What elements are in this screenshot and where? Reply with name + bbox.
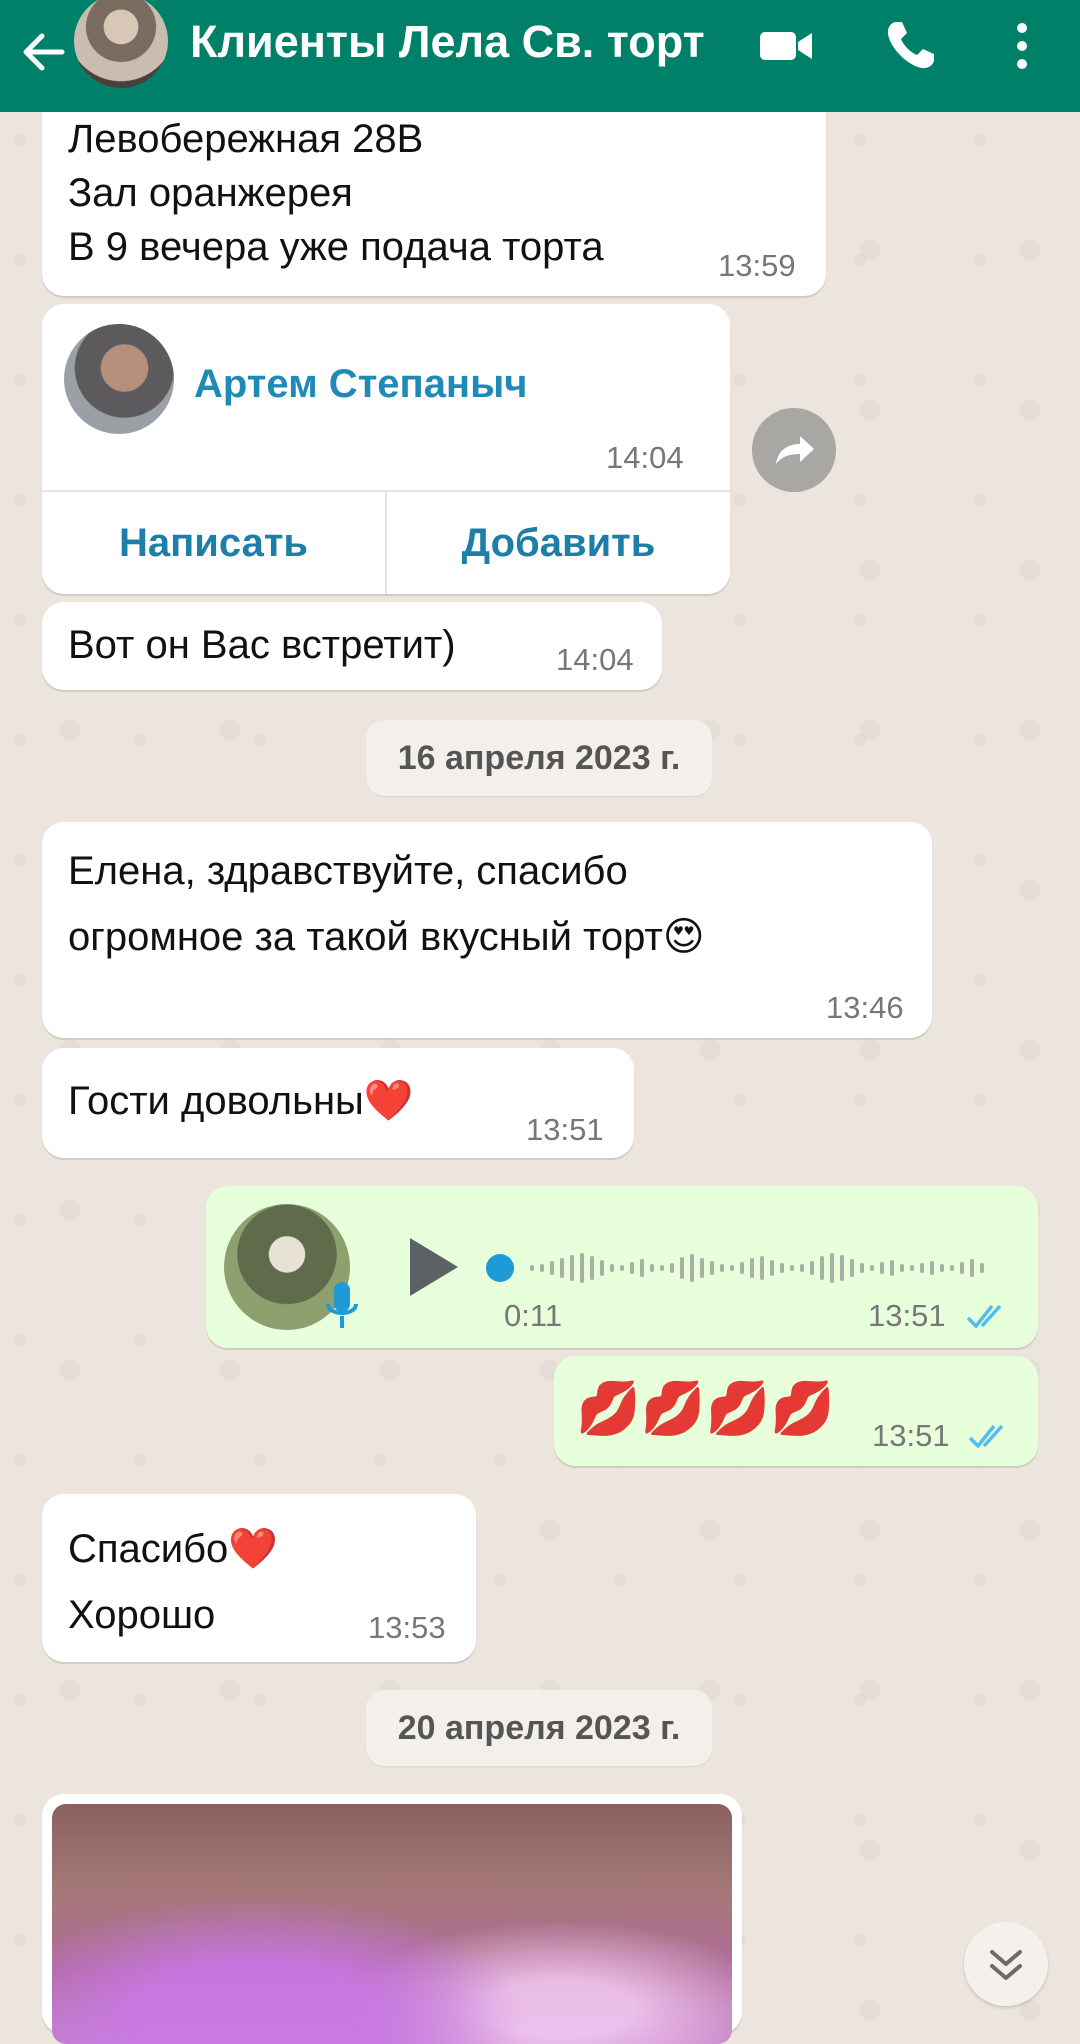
contact-name[interactable]: Артем Степаныч <box>194 362 527 407</box>
date-separator: 16 апреля 2023 г. <box>366 720 712 796</box>
chat-header: Клиенты Лела Св. торт <box>0 0 1080 112</box>
message-time: 13:46 <box>826 990 904 1025</box>
waveform-bar <box>560 1258 564 1278</box>
voice-waveform[interactable] <box>486 1238 1006 1298</box>
chat-avatar[interactable] <box>74 0 168 88</box>
write-contact-button[interactable]: Написать <box>42 492 385 594</box>
waveform-bar <box>770 1260 774 1276</box>
date-separator: 20 апреля 2023 г. <box>366 1690 712 1766</box>
waveform-bar <box>960 1262 964 1274</box>
microphone-icon <box>326 1282 358 1328</box>
message-time: 13:51 <box>526 1112 604 1147</box>
waveform-bar <box>780 1263 784 1273</box>
message-text: Вот он Вас встретит) <box>68 623 456 667</box>
waveform-bar <box>860 1263 864 1273</box>
waveform-bar <box>580 1253 584 1283</box>
waveform-bar <box>730 1265 734 1271</box>
double-check-icon <box>968 1424 1004 1449</box>
incoming-message[interactable]: Гости довольны❤️ 13:51 <box>42 1048 634 1158</box>
waveform-bar <box>600 1260 604 1276</box>
waveform-bar <box>800 1264 804 1272</box>
scroll-down-icon[interactable] <box>964 1922 1048 2006</box>
waveform-progress-dot <box>486 1254 514 1282</box>
message-text: Елена, здравствуйте, спасибо огромное за… <box>68 849 705 959</box>
waveform-bar <box>970 1259 974 1277</box>
waveform-bar <box>650 1264 654 1272</box>
waveform-bar <box>840 1255 844 1281</box>
forward-icon[interactable] <box>752 408 836 492</box>
waveform-bar <box>900 1264 904 1272</box>
waveform-bar <box>670 1263 674 1273</box>
waveform-bar <box>910 1265 914 1271</box>
waveform-bar <box>530 1265 534 1271</box>
outgoing-voice-message[interactable]: 0:11 13:51 <box>206 1186 1038 1348</box>
phone-icon[interactable] <box>878 14 942 78</box>
message-time: 14:04 <box>556 642 634 677</box>
waveform-bar <box>950 1265 954 1271</box>
incoming-message[interactable]: Елена, здравствуйте, спасибо огромное за… <box>42 822 932 1038</box>
waveform-bar <box>540 1264 544 1272</box>
double-check-icon <box>966 1304 1002 1329</box>
contact-card[interactable]: Артем Степаныч 14:04 Написать Добавить <box>42 304 730 594</box>
video-camera-icon[interactable] <box>754 14 818 78</box>
waveform-bar <box>810 1261 814 1275</box>
incoming-message[interactable]: Левобережная 28В Зал оранжерея В 9 вечер… <box>42 86 826 296</box>
waveform-bar <box>710 1261 714 1275</box>
message-time: 14:04 <box>606 440 684 475</box>
waveform-bar <box>660 1265 664 1271</box>
waveform-bar <box>930 1261 934 1275</box>
play-icon[interactable] <box>402 1232 462 1302</box>
message-time: 13:51 <box>868 1298 946 1333</box>
incoming-message[interactable]: Спасибо❤️ Хорошо 13:53 <box>42 1494 476 1662</box>
waveform-bar <box>750 1258 754 1278</box>
waveform-bar <box>790 1265 794 1271</box>
waveform-bar <box>610 1264 614 1272</box>
message-time: 13:53 <box>368 1610 446 1645</box>
waveform-bar <box>890 1260 894 1276</box>
waveform-bar <box>880 1262 884 1274</box>
message-text: Гости довольны❤️ <box>68 1079 414 1123</box>
message-text: Спасибо❤️ Хорошо <box>68 1527 279 1637</box>
arrow-left-icon[interactable] <box>14 22 74 82</box>
waveform-bar <box>870 1265 874 1271</box>
incoming-photo-message[interactable] <box>42 1794 742 2044</box>
add-contact-button[interactable]: Добавить <box>387 492 730 594</box>
waveform-bar <box>830 1253 834 1283</box>
message-time: 13:51 <box>872 1418 950 1453</box>
waveform-bar <box>940 1264 944 1272</box>
chat-title[interactable]: Клиенты Лела Св. торт <box>190 12 720 72</box>
waveform-bar <box>980 1263 984 1273</box>
waveform-bar <box>640 1259 644 1277</box>
waveform-bar <box>850 1259 854 1277</box>
contact-avatar[interactable] <box>64 324 174 434</box>
incoming-message[interactable]: Вот он Вас встретит) 14:04 <box>42 602 662 690</box>
waveform-bar <box>550 1261 554 1275</box>
waveform-bar <box>570 1255 574 1281</box>
photo-thumbnail[interactable] <box>52 1804 732 2044</box>
waveform-bar <box>620 1265 624 1271</box>
waveform-bar <box>920 1263 924 1273</box>
waveform-bar <box>700 1258 704 1278</box>
message-text: Левобережная 28В Зал оранжерея В 9 вечер… <box>68 117 604 269</box>
waveform-bar <box>720 1264 724 1272</box>
waveform-bar <box>590 1256 594 1280</box>
waveform-bar <box>680 1257 684 1279</box>
outgoing-message[interactable]: 💋💋💋💋 13:51 <box>554 1356 1038 1466</box>
more-vertical-icon[interactable] <box>990 14 1054 78</box>
waveform-bar <box>630 1262 634 1274</box>
message-text: 💋💋💋💋 <box>576 1380 835 1438</box>
waveform-bar <box>690 1254 694 1282</box>
voice-duration: 0:11 <box>504 1298 563 1333</box>
waveform-bar <box>760 1256 764 1280</box>
waveform-bar <box>820 1256 824 1280</box>
message-time: 13:59 <box>718 248 796 283</box>
waveform-bar <box>740 1262 744 1274</box>
